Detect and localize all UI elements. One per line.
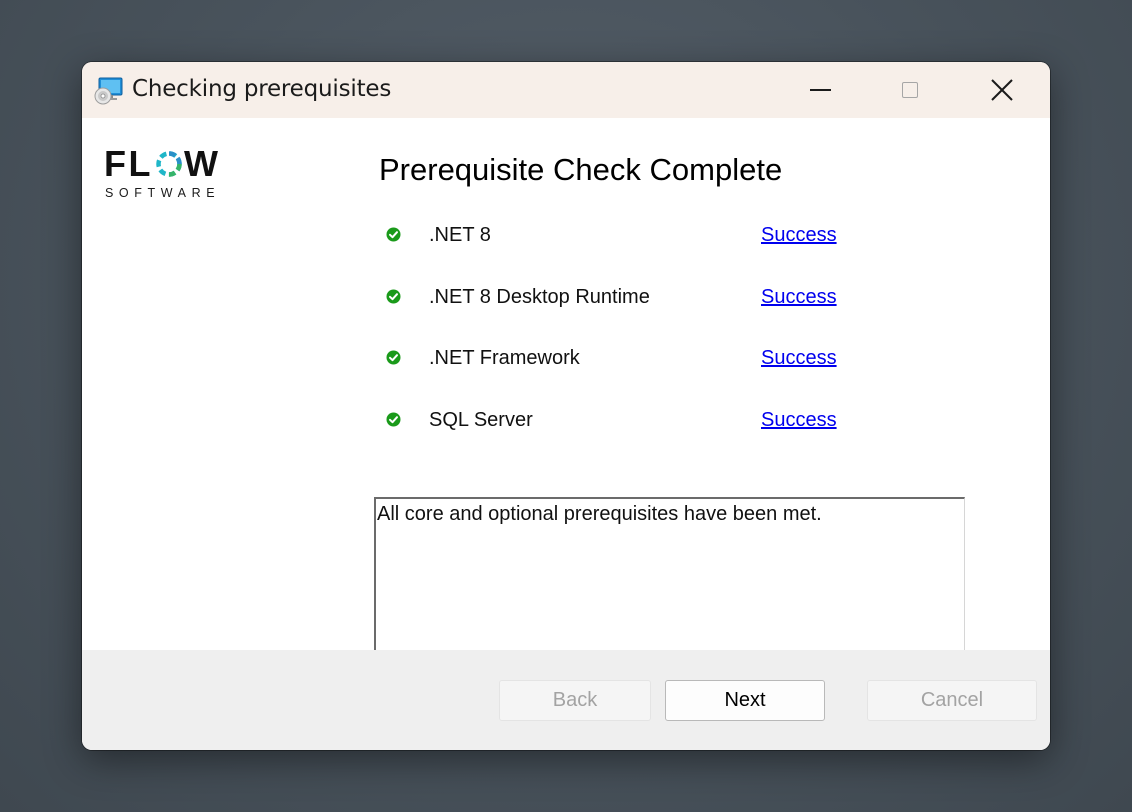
- check-circle-icon: [386, 227, 401, 242]
- logo-word-start: FL: [104, 143, 153, 184]
- close-button[interactable]: [956, 62, 1048, 118]
- prerequisite-status-link[interactable]: Success: [761, 224, 837, 247]
- prerequisite-name: .NET 8 Desktop Runtime: [429, 286, 650, 308]
- prerequisite-name: SQL Server: [429, 409, 533, 431]
- prerequisite-status-link[interactable]: Success: [761, 286, 837, 309]
- content-area: FL W SOFTWARE Prerequisite Check Complet…: [82, 118, 1050, 667]
- logo-wordmark: FL W: [104, 146, 228, 182]
- prerequisite-row: SQL Server Success: [386, 409, 866, 439]
- back-button[interactable]: Back: [499, 680, 651, 721]
- prerequisite-row: .NET 8 Desktop Runtime Success: [386, 286, 866, 316]
- minimize-icon: [809, 89, 831, 91]
- check-circle-icon: [386, 350, 401, 365]
- logo-ring-icon: [156, 151, 182, 177]
- minimize-button[interactable]: [774, 62, 866, 118]
- page-title: Prerequisite Check Complete: [379, 152, 783, 187]
- logo-word-end: W: [183, 143, 221, 184]
- status-message-box[interactable]: All core and optional prerequisites have…: [374, 497, 965, 667]
- prerequisite-row: .NET 8 Success: [386, 224, 866, 254]
- check-circle-icon: [386, 412, 401, 427]
- maximize-button[interactable]: [864, 62, 956, 118]
- prerequisite-name: .NET 8: [429, 224, 491, 246]
- flow-software-logo: FL W SOFTWARE: [104, 146, 228, 202]
- logo-tagline: SOFTWARE: [105, 186, 221, 200]
- next-button[interactable]: Next: [665, 680, 825, 721]
- installer-disc-icon: [94, 77, 123, 105]
- check-circle-icon: [386, 289, 401, 304]
- status-message: All core and optional prerequisites have…: [377, 503, 822, 525]
- prerequisite-row: .NET Framework Success: [386, 347, 866, 377]
- prerequisite-status-link[interactable]: Success: [761, 347, 837, 370]
- close-icon: [991, 79, 1013, 101]
- window-title: Checking prerequisites: [132, 76, 392, 102]
- prerequisite-status-link[interactable]: Success: [761, 409, 837, 432]
- prerequisite-name: .NET Framework: [429, 347, 580, 369]
- maximize-icon: [902, 82, 918, 98]
- cancel-button[interactable]: Cancel: [867, 680, 1037, 721]
- title-bar[interactable]: Checking prerequisites: [82, 62, 1050, 118]
- installer-window: Checking prerequisites FL W SOFTWARE Pre…: [82, 62, 1050, 750]
- button-bar: Back Next Cancel: [82, 650, 1050, 750]
